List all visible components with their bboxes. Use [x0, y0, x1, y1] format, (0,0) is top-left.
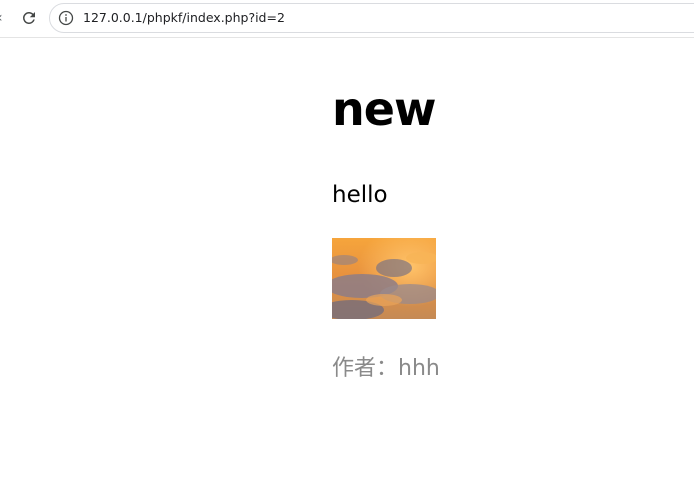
- article-title: new: [332, 82, 436, 136]
- back-arrow-icon[interactable]: ‹: [0, 10, 5, 26]
- address-bar[interactable]: 127.0.0.1/phpkf/index.php?id=2: [49, 3, 694, 33]
- article-author: 作者：hhh: [332, 354, 440, 384]
- reload-button[interactable]: [18, 7, 40, 29]
- article-image: [332, 238, 436, 319]
- url-text[interactable]: 127.0.0.1/phpkf/index.php?id=2: [83, 4, 285, 32]
- reload-icon: [22, 11, 35, 24]
- sunset-cloud-image: [332, 238, 436, 319]
- browser-toolbar: ‹ 127.0.0.1/phpkf/index.php?id=2: [0, 0, 694, 38]
- info-icon[interactable]: [58, 10, 74, 26]
- article-body: hello: [332, 182, 388, 208]
- author-name: hhh: [398, 356, 440, 381]
- author-label: 作者：: [332, 356, 399, 381]
